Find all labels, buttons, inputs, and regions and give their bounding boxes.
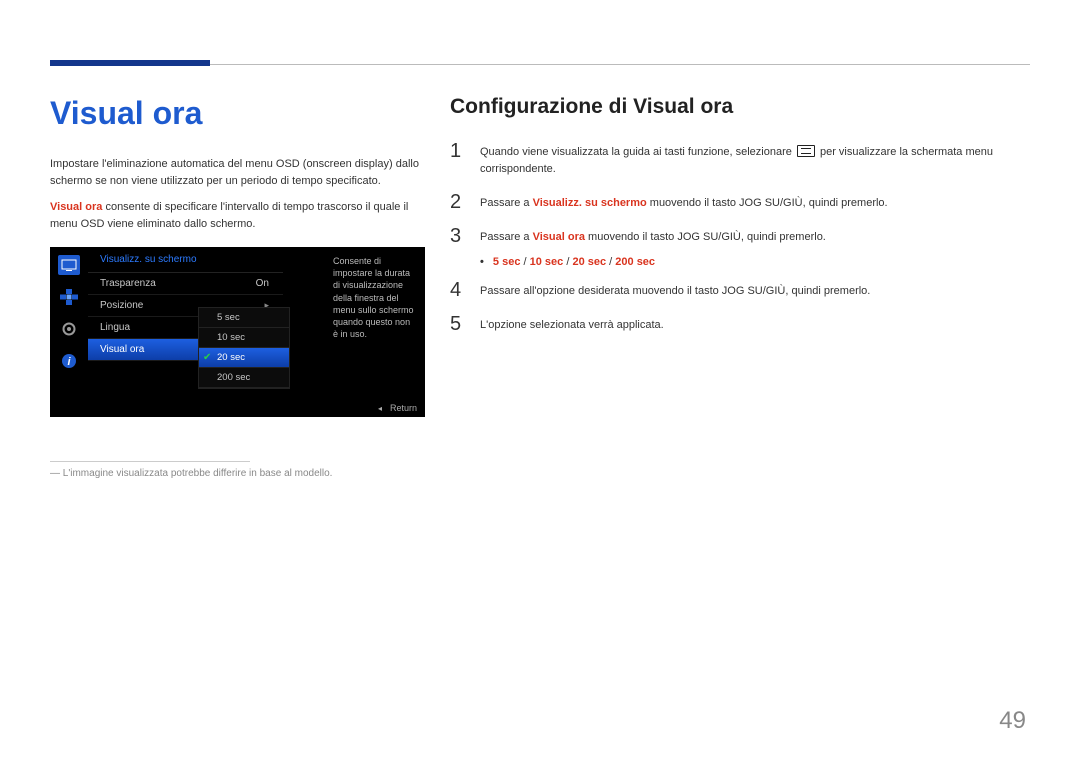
osd-help-text: Consente di impostare la durata di visua…	[325, 247, 425, 348]
step-1: 1 Quando viene visualizzata la guida ai …	[450, 141, 1030, 178]
triangle-left-icon: ◂	[378, 404, 382, 413]
osd-return-row: ◂ Return	[378, 403, 417, 413]
osd-option-20sec: ✔ 20 sec	[199, 348, 289, 368]
step-2-text-b: muovendo il tasto JOG SU/GIÙ, quindi pre…	[647, 197, 888, 209]
osd-row-label: Visual ora	[100, 344, 144, 355]
step-2-highlight: Visualizz. su schermo	[533, 197, 647, 209]
step-number: 1	[450, 141, 466, 178]
intro-highlight: Visual ora	[50, 201, 102, 213]
step-3: 3 Passare a Visual ora muovendo il tasto…	[450, 226, 1030, 246]
osd-row-label: Trasparenza	[100, 278, 156, 289]
step-5: 5 L'opzione selezionata verrà applicata.	[450, 314, 1030, 334]
intro-para-2: Visual ora consente di specificare l'int…	[50, 199, 425, 233]
step-body: L'opzione selezionata verrà applicata.	[480, 314, 664, 334]
footnote: L'immagine visualizzata potrebbe differi…	[50, 468, 425, 479]
header-accent	[50, 60, 210, 66]
options-sep: /	[606, 256, 615, 268]
osd-option-5sec: 5 sec	[199, 308, 289, 328]
osd-return-label: Return	[390, 403, 417, 413]
menu-icon	[797, 145, 815, 157]
osd-option-10sec: 10 sec	[199, 328, 289, 348]
pip-icon	[58, 287, 80, 307]
osd-screenshot: i Visualizz. su schermo Trasparenza On P…	[50, 247, 425, 417]
bullet-dot: •	[480, 256, 484, 268]
option-200sec: 200 sec	[615, 256, 655, 268]
intro-para-2-rest: consente di specificare l'intervallo di …	[50, 201, 408, 230]
osd-option-label: 10 sec	[217, 332, 245, 343]
osd-row-label: Lingua	[100, 322, 130, 333]
step-2: 2 Passare a Visualizz. su schermo muoven…	[450, 192, 1030, 212]
gear-icon	[58, 319, 80, 339]
osd-row-value: On	[256, 278, 269, 289]
option-5sec: 5 sec	[493, 256, 521, 268]
intro-para-1: Impostare l'eliminazione automatica del …	[50, 156, 425, 190]
options-sep: /	[520, 256, 529, 268]
options-bullet: • 5 sec / 10 sec / 20 sec / 200 sec	[480, 256, 1030, 268]
osd-option-label: 20 sec	[217, 352, 245, 363]
picture-icon	[58, 255, 80, 275]
step-4: 4 Passare all'opzione desiderata muovend…	[450, 280, 1030, 300]
osd-panel-title: Visualizz. su schermo	[88, 247, 283, 273]
info-icon: i	[58, 351, 80, 371]
osd-submenu: 5 sec 10 sec ✔ 20 sec 200 sec	[198, 307, 290, 389]
option-20sec: 20 sec	[572, 256, 606, 268]
step-3-text-a: Passare a	[480, 231, 533, 243]
step-number: 3	[450, 226, 466, 246]
osd-row-trasparenza: Trasparenza On	[88, 273, 283, 295]
osd-side-icons: i	[50, 247, 88, 417]
step-3-text-b: muovendo il tasto JOG SU/GIÙ, quindi pre…	[585, 231, 826, 243]
step-body: Passare a Visual ora muovendo il tasto J…	[480, 226, 826, 246]
step-body: Passare a Visualizz. su schermo muovendo…	[480, 192, 888, 212]
osd-option-label: 5 sec	[217, 312, 240, 323]
step-3-highlight: Visual ora	[533, 231, 585, 243]
page-title: Visual ora	[50, 95, 425, 132]
left-column: Visual ora Impostare l'eliminazione auto…	[50, 95, 425, 479]
osd-row-label: Posizione	[100, 300, 143, 311]
step-body: Quando viene visualizzata la guida ai ta…	[480, 141, 1030, 178]
step-number: 4	[450, 280, 466, 300]
option-10sec: 10 sec	[530, 256, 564, 268]
step-1-text-a: Quando viene visualizzata la guida ai ta…	[480, 146, 795, 158]
step-number: 2	[450, 192, 466, 212]
step-body: Passare all'opzione desiderata muovendo …	[480, 280, 870, 300]
step-number: 5	[450, 314, 466, 334]
section-heading: Configurazione di Visual ora	[450, 95, 1030, 119]
page-number: 49	[999, 707, 1026, 735]
check-icon: ✔	[203, 352, 211, 363]
osd-option-200sec: 200 sec	[199, 368, 289, 388]
osd-option-label: 200 sec	[217, 372, 250, 383]
right-column: Configurazione di Visual ora 1 Quando vi…	[450, 95, 1030, 348]
step-2-text-a: Passare a	[480, 197, 533, 209]
footnote-divider	[50, 461, 250, 462]
